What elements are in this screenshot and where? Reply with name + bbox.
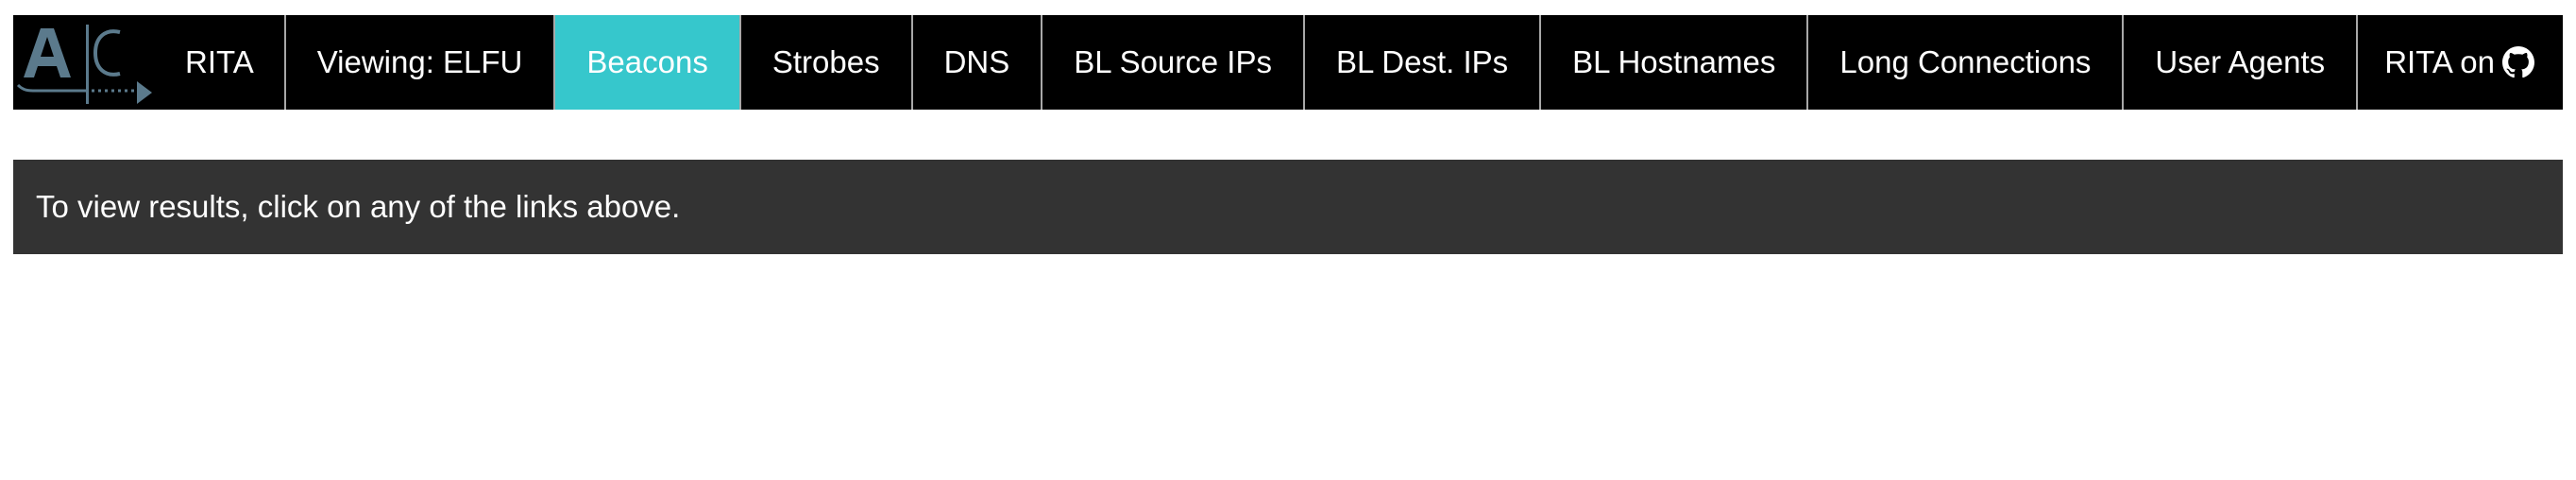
rita-on-github-link[interactable]: RITA on	[2384, 15, 2563, 110]
nav-item-long-connections[interactable]: Long Connections	[1808, 15, 2125, 110]
info-message-bar: To view results, click on any of the lin…	[13, 160, 2563, 254]
nav-item-bl-dest-ips[interactable]: BL Dest. IPs	[1305, 15, 1542, 110]
nav-item-viewing-elfu[interactable]: Viewing: ELFU	[286, 15, 556, 110]
top-navbar: RITA Viewing: ELFU Beacons Strobes DNS B…	[13, 15, 2563, 110]
rita-on-label: RITA on	[2384, 44, 2495, 79]
nav-item-dns[interactable]: DNS	[913, 15, 1043, 110]
ac-logo-icon[interactable]	[13, 15, 157, 110]
github-icon	[2502, 46, 2534, 78]
nav-item-bl-hostnames[interactable]: BL Hostnames	[1541, 15, 1809, 110]
nav-item-beacons[interactable]: Beacons	[555, 15, 741, 110]
nav-item-rita[interactable]: RITA	[157, 15, 286, 110]
info-message-text: To view results, click on any of the lin…	[36, 189, 681, 224]
nav-items: RITA Viewing: ELFU Beacons Strobes DNS B…	[157, 15, 2359, 110]
nav-item-user-agents[interactable]: User Agents	[2124, 15, 2359, 110]
nav-item-strobes[interactable]: Strobes	[741, 15, 913, 110]
nav-item-bl-source-ips[interactable]: BL Source IPs	[1042, 15, 1305, 110]
page: RITA Viewing: ELFU Beacons Strobes DNS B…	[0, 0, 2576, 480]
